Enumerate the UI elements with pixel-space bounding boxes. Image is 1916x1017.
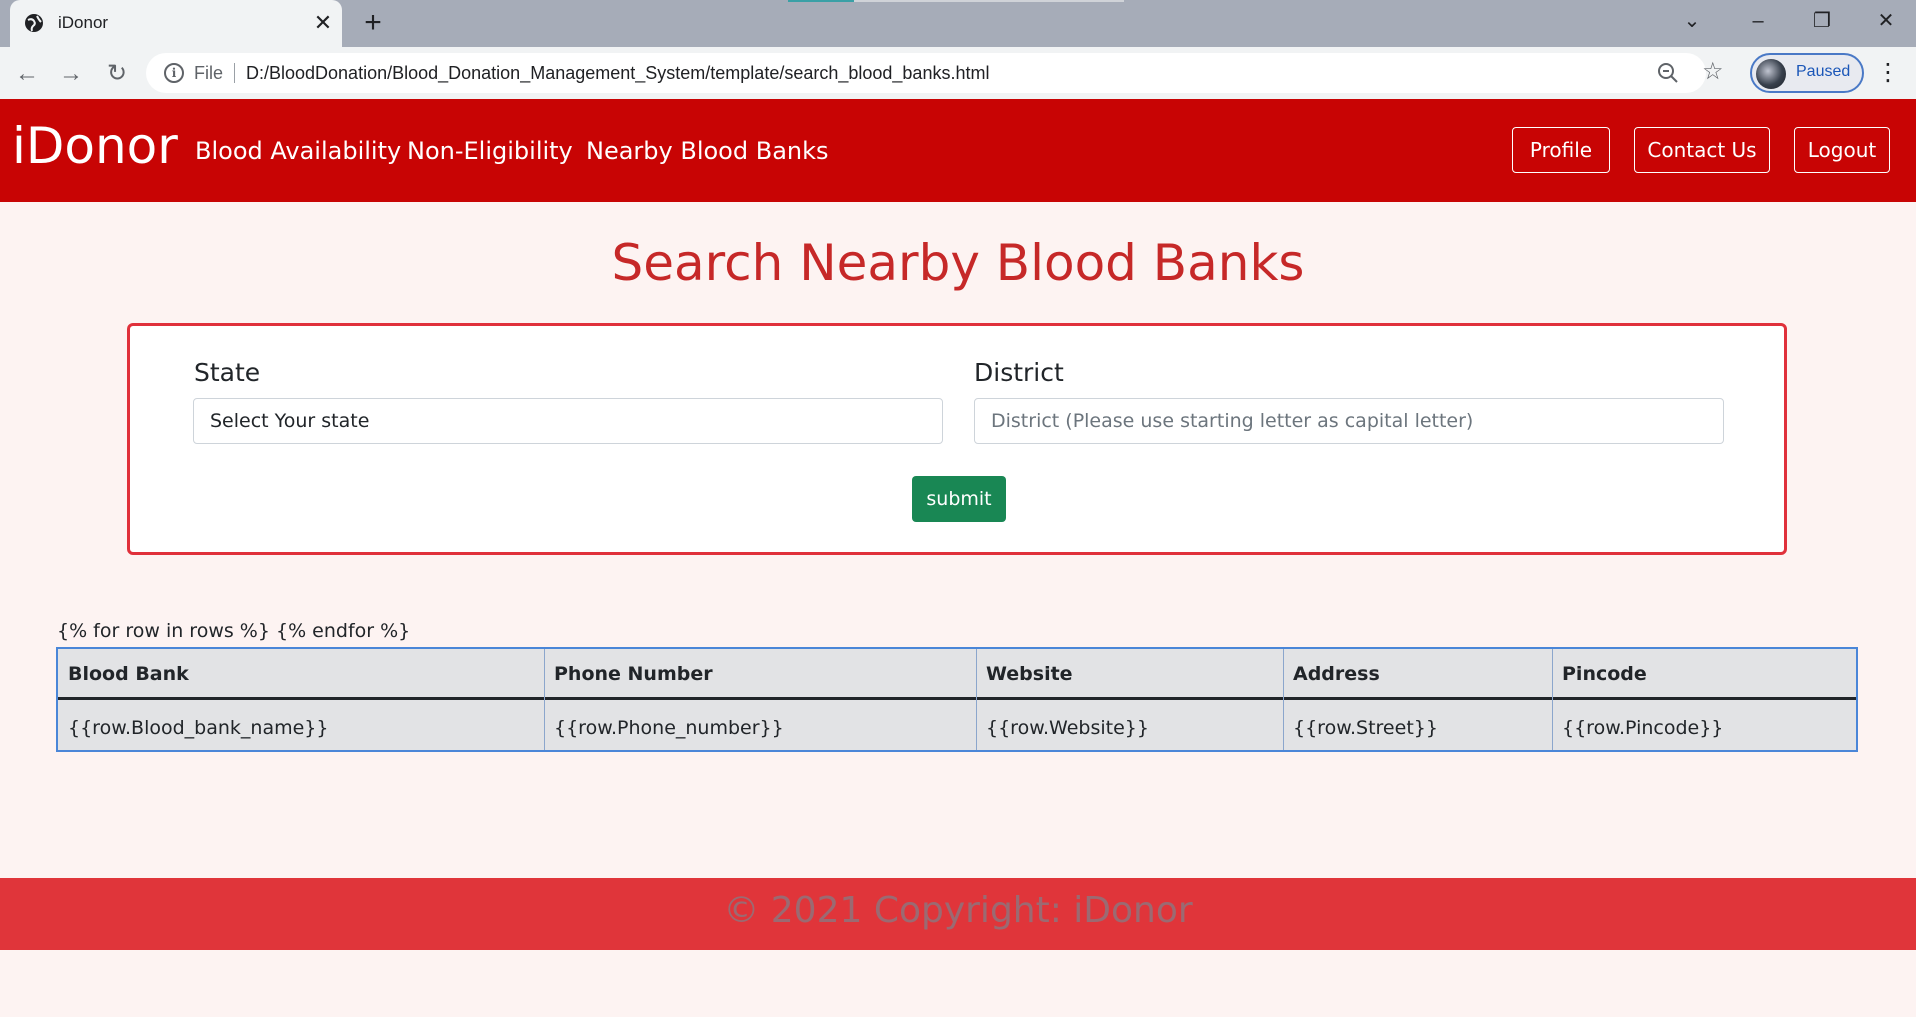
- minimize-icon[interactable]: –: [1738, 6, 1778, 36]
- back-icon[interactable]: ←: [10, 57, 44, 91]
- browser-toolbar: ← → ↻ i File D:/BloodDonation/Blood_Dona…: [0, 47, 1916, 99]
- forward-icon[interactable]: →: [54, 57, 88, 91]
- restore-icon[interactable]: ❐: [1802, 6, 1842, 36]
- profile-button[interactable]: Paused: [1750, 53, 1864, 93]
- address-separator: [234, 63, 235, 83]
- header-address: Address: [1293, 663, 1380, 685]
- header-phone-number: Phone Number: [554, 663, 713, 685]
- district-label: District: [974, 358, 1064, 387]
- nav-link-nearby-blood-banks[interactable]: Nearby Blood Banks: [586, 137, 829, 165]
- column-divider: [1283, 649, 1284, 750]
- search-form-card: State Select Your state District Distric…: [127, 323, 1787, 555]
- site-navbar: iDonor Blood Availability Non-Eligibilit…: [0, 99, 1916, 202]
- cell-pincode: {{row.Pincode}}: [1562, 717, 1724, 739]
- cell-phone-number: {{row.Phone_number}}: [554, 717, 784, 739]
- bookmark-star-icon[interactable]: ☆: [1702, 57, 1724, 86]
- new-tab-icon[interactable]: +: [358, 8, 388, 38]
- zoom-icon[interactable]: [1656, 61, 1680, 85]
- results-table: Blood Bank Phone Number Website Address …: [56, 647, 1858, 752]
- brand-logo[interactable]: iDonor: [12, 117, 178, 175]
- cell-blood-bank: {{row.Blood_bank_name}}: [68, 717, 329, 739]
- template-loop-text: {% for row in rows %} {% endfor %}: [57, 620, 411, 642]
- cell-website: {{row.Website}}: [986, 717, 1149, 739]
- avatar: [1756, 59, 1786, 89]
- header-pincode: Pincode: [1562, 663, 1647, 685]
- address-url[interactable]: D:/BloodDonation/Blood_Donation_Manageme…: [246, 63, 989, 84]
- nav-link-non-eligibility[interactable]: Non-Eligibility: [407, 137, 573, 165]
- column-divider: [976, 649, 977, 750]
- info-icon[interactable]: i: [164, 63, 184, 83]
- tab-close-icon[interactable]: ✕: [310, 10, 336, 36]
- browser-tab[interactable]: iDonor ✕: [10, 0, 342, 47]
- state-select[interactable]: Select Your state: [193, 398, 943, 444]
- address-scheme: File: [194, 63, 224, 83]
- footer-copyright: © 2021 Copyright: iDonor: [723, 890, 1193, 931]
- profile-nav-button[interactable]: Profile: [1512, 127, 1610, 173]
- window-close-icon[interactable]: ✕: [1866, 6, 1906, 36]
- address-bar[interactable]: i File D:/BloodDonation/Blood_Donation_M…: [146, 53, 1724, 93]
- cell-address: {{row.Street}}: [1293, 717, 1438, 739]
- browser-tab-strip: iDonor ✕ + ⌄ – ❐ ✕: [0, 0, 1916, 47]
- profile-status: Paused: [1796, 63, 1851, 80]
- browser-menu-icon[interactable]: ⋮: [1876, 58, 1900, 88]
- tab-strip-indicator-active: [788, 0, 854, 2]
- tab-search-icon[interactable]: ⌄: [1672, 6, 1712, 36]
- column-divider: [544, 649, 545, 750]
- site-footer: © 2021 Copyright: iDonor: [0, 878, 1916, 950]
- header-blood-bank: Blood Bank: [68, 663, 189, 685]
- nav-link-blood-availability[interactable]: Blood Availability: [195, 137, 401, 165]
- logout-button[interactable]: Logout: [1794, 127, 1890, 173]
- header-website: Website: [986, 663, 1073, 685]
- submit-button[interactable]: submit: [912, 476, 1006, 522]
- reload-icon[interactable]: ↻: [100, 57, 134, 91]
- tab-title: iDonor: [58, 13, 109, 32]
- contact-us-button[interactable]: Contact Us: [1634, 127, 1770, 173]
- district-input[interactable]: District (Please use starting letter as …: [974, 398, 1724, 444]
- column-divider: [1552, 649, 1553, 750]
- page-title: Search Nearby Blood Banks: [611, 234, 1305, 292]
- state-label: State: [194, 358, 261, 387]
- globe-icon: [25, 14, 43, 32]
